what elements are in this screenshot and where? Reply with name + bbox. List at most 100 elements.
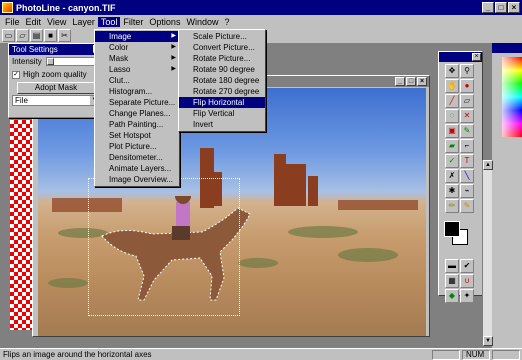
- layer-icon[interactable]: ▬: [445, 259, 459, 273]
- menu-item-histogram[interactable]: Histogram...: [95, 86, 179, 97]
- selection-rectangle: [88, 178, 240, 316]
- menu-tool[interactable]: Tool: [97, 17, 121, 27]
- move-icon[interactable]: ✥: [445, 64, 459, 78]
- blur-icon[interactable]: ✱: [445, 184, 459, 198]
- rock-spire: [286, 164, 306, 206]
- menu-item-rotate-picture[interactable]: Rotate Picture...: [179, 53, 265, 64]
- menu-window[interactable]: Window: [183, 17, 221, 27]
- pin-icon[interactable]: ✦: [460, 289, 474, 303]
- toolbox-titlebar: ×: [439, 52, 482, 62]
- menu-item-lasso[interactable]: Lasso ▶: [95, 64, 179, 75]
- menu-help[interactable]: ?: [221, 17, 232, 27]
- intensity-slider[interactable]: [45, 57, 96, 66]
- menu-item-image-overview[interactable]: Image Overview...: [95, 174, 179, 185]
- file-select[interactable]: File ▼: [12, 95, 100, 106]
- window-controls: _ □ ×: [482, 2, 520, 13]
- text-icon[interactable]: T: [460, 154, 474, 168]
- menu-item-rotate-180[interactable]: Rotate 180 degree: [179, 75, 265, 86]
- grid-icon[interactable]: ▦: [445, 274, 459, 288]
- status-pane-empty: [432, 349, 460, 360]
- toolbox-panel: × ✥ ⚲ ✋ ● ╱ ▱ ◌ ✕ ▣ ✎ ▰ ⌐ ✓ T ✗ ╲ ✱ ⌁ ✏ …: [438, 51, 483, 303]
- menu-item-convert-picture[interactable]: Convert Picture...: [179, 42, 265, 53]
- menu-item-plot-picture[interactable]: Plot Picture...: [95, 141, 179, 152]
- menu-item-path-painting[interactable]: Path Painting...: [95, 119, 179, 130]
- channel-icon[interactable]: ◆: [445, 289, 459, 303]
- color-spectrum[interactable]: [502, 57, 522, 137]
- check-icon[interactable]: ✓: [445, 154, 459, 168]
- menu-item-change-planes[interactable]: Change Planes...: [95, 108, 179, 119]
- zoom-icon[interactable]: ⚲: [460, 64, 474, 78]
- high-zoom-label: High zoom quality: [23, 70, 87, 79]
- image-submenu: Scale Picture... Convert Picture... Rota…: [178, 29, 266, 132]
- menu-item-densitometer[interactable]: Densitometer...: [95, 152, 179, 163]
- menu-item-image[interactable]: Image ▶: [95, 31, 179, 42]
- scroll-down-icon[interactable]: ▼: [483, 336, 493, 346]
- print-icon[interactable]: ▤: [30, 29, 43, 42]
- close-button[interactable]: ×: [508, 2, 520, 13]
- intensity-label: Intensity: [12, 57, 42, 66]
- title-bar: PhotoLine - canyon.TIF _ □ ×: [0, 0, 522, 15]
- menu-item-rotate-270[interactable]: Rotate 270 degree: [179, 86, 265, 97]
- vertical-scrollbar[interactable]: ▲ ▼: [482, 160, 493, 346]
- menu-view[interactable]: View: [44, 17, 69, 27]
- doc-minimize-button[interactable]: _: [395, 77, 405, 86]
- menu-filter[interactable]: Filter: [120, 17, 146, 27]
- doc-close-button[interactable]: ×: [417, 77, 427, 86]
- menu-item-scale-picture[interactable]: Scale Picture...: [179, 31, 265, 42]
- fill-icon[interactable]: ▰: [445, 139, 459, 153]
- high-zoom-checkbox[interactable]: ✓: [12, 70, 20, 79]
- menu-file[interactable]: File: [2, 17, 23, 27]
- shape-icon[interactable]: ●: [460, 79, 474, 93]
- submenu-arrow-icon: ▶: [171, 33, 176, 39]
- menu-item-separate-picture[interactable]: Separate Picture...: [95, 97, 179, 108]
- save-icon[interactable]: ■: [44, 29, 57, 42]
- stamp-icon[interactable]: ✗: [445, 169, 459, 183]
- cut-icon[interactable]: ✂: [58, 29, 71, 42]
- menu-item-flip-horizontal[interactable]: Flip Horizontal: [179, 97, 265, 108]
- toolbox-close-icon[interactable]: ×: [472, 53, 481, 61]
- rock-spire: [274, 154, 286, 206]
- scrub: [338, 248, 398, 262]
- menu-item-color[interactable]: Color ▶: [95, 42, 179, 53]
- smudge-icon[interactable]: ⌁: [460, 184, 474, 198]
- palette-titlebar: [492, 43, 522, 53]
- line-icon[interactable]: ╲: [460, 169, 474, 183]
- foreground-color-swatch[interactable]: [444, 221, 460, 237]
- menu-edit[interactable]: Edit: [23, 17, 45, 27]
- color-icon[interactable]: ✎: [460, 199, 474, 213]
- tool-grid-bottom: ▬ ✔ ▦ ∪ ◆ ✦: [439, 257, 482, 305]
- brush-icon[interactable]: ╱: [445, 94, 459, 108]
- crop-icon[interactable]: ▣: [445, 124, 459, 138]
- doc-maximize-button[interactable]: □: [406, 77, 416, 86]
- menu-item-animate-layers[interactable]: Animate Layers...: [95, 163, 179, 174]
- menu-item-flip-vertical[interactable]: Flip Vertical: [179, 108, 265, 119]
- menu-item-rotate-90[interactable]: Rotate 90 degree: [179, 64, 265, 75]
- dropper-icon[interactable]: ⌐: [460, 139, 474, 153]
- menu-layer[interactable]: Layer: [69, 17, 98, 27]
- slider-thumb[interactable]: [46, 58, 54, 65]
- status-message: Flips an image around the horizontal axe…: [3, 350, 152, 359]
- eraser-icon[interactable]: ▱: [460, 94, 474, 108]
- maximize-button[interactable]: □: [495, 2, 507, 13]
- pencil-icon[interactable]: ✏: [445, 199, 459, 213]
- wand-icon[interactable]: ✕: [460, 109, 474, 123]
- scroll-up-icon[interactable]: ▲: [483, 160, 493, 170]
- menu-options[interactable]: Options: [146, 17, 183, 27]
- hand-icon[interactable]: ✋: [445, 79, 459, 93]
- document-controls: _ □ ×: [395, 77, 427, 86]
- menu-item-invert[interactable]: Invert: [179, 119, 265, 130]
- scrub: [48, 278, 88, 288]
- lasso-icon[interactable]: ◌: [445, 109, 459, 123]
- adopt-mask-button[interactable]: Adopt Mask: [17, 82, 95, 94]
- mask-icon[interactable]: ✔: [460, 259, 474, 273]
- minimize-button[interactable]: _: [482, 2, 494, 13]
- tool-settings-title: Tool Settings ×: [9, 44, 103, 55]
- submenu-arrow-icon: ▶: [171, 55, 176, 61]
- pen-icon[interactable]: ✎: [460, 124, 474, 138]
- menu-item-clut[interactable]: Clut...: [95, 75, 179, 86]
- new-file-icon[interactable]: ▭: [2, 29, 15, 42]
- menu-item-set-hotspot[interactable]: Set Hotspot: [95, 130, 179, 141]
- menu-item-mask[interactable]: Mask ▶: [95, 53, 179, 64]
- open-folder-icon[interactable]: ▱: [16, 29, 29, 42]
- magnet-icon[interactable]: ∪: [460, 274, 474, 288]
